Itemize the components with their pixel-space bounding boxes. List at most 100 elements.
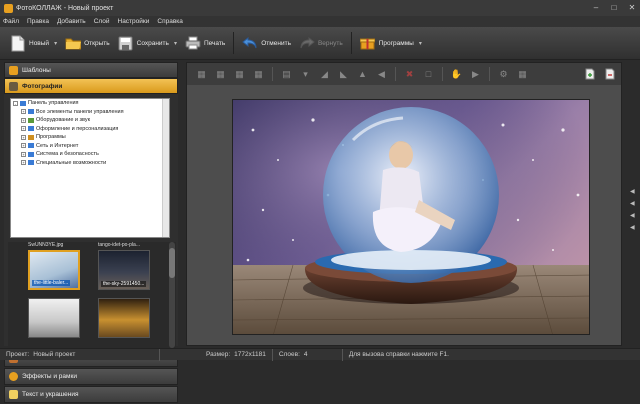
print-button[interactable]: Печать (181, 30, 229, 56)
expand-icon[interactable]: + (21, 117, 26, 123)
thumbnail-image[interactable]: the-little-baler... (28, 250, 80, 290)
save-button[interactable]: Сохранить ▾ (114, 30, 181, 56)
menu-settings[interactable]: Настройки (118, 18, 150, 25)
menu-edit[interactable]: Правка (27, 18, 49, 25)
effects-icon (9, 372, 18, 381)
close-icon[interactable]: ✕ (626, 2, 638, 12)
expand-icon[interactable]: + (21, 160, 26, 166)
thumbnail-image[interactable]: the-sky-2591450... (98, 250, 150, 290)
photo-icon (9, 81, 18, 91)
thumbnail-image[interactable] (28, 298, 80, 338)
play-icon[interactable]: ▶ (467, 66, 484, 82)
chevron-down-icon[interactable]: ▾ (297, 66, 314, 82)
menu-help[interactable]: Справка (157, 18, 183, 25)
scroll-mid2-icon[interactable]: ◀ (630, 212, 635, 219)
minimize-icon[interactable]: – (590, 2, 602, 12)
text-icon (9, 390, 18, 399)
text-section-header[interactable]: Текст и украшения (4, 386, 178, 403)
expand-icon[interactable]: + (21, 143, 26, 149)
gift-box-icon (360, 34, 376, 52)
flip-horizontal-icon[interactable]: ▲ (354, 66, 371, 82)
chevron-down-icon[interactable]: ▾ (174, 40, 177, 47)
programs-label: Программы (378, 39, 414, 47)
thumbnail-item[interactable]: tango-idet-po-pla... the-sky-2591450... (98, 242, 150, 290)
status-layers-label: Слоев: (278, 351, 300, 358)
chevron-down-icon[interactable]: ▾ (54, 40, 57, 47)
add-page-icon[interactable] (583, 66, 597, 82)
thumbnail-grid: SwUNN3YE.jpg the-little-baler... tango-i… (8, 242, 176, 348)
layer-bottom-icon[interactable]: ▦ (250, 66, 267, 82)
expand-icon[interactable]: + (21, 151, 26, 157)
scrollbar-thumb[interactable] (169, 248, 175, 278)
folder-icon (28, 117, 34, 123)
tree-item[interactable]: + Специальные возможности (11, 159, 169, 168)
programs-button[interactable]: Программы ▾ (356, 30, 426, 56)
rotate-right-icon[interactable]: ◣ (335, 66, 352, 82)
align-icon[interactable]: ▤ (278, 66, 295, 82)
grid-icon[interactable]: ▦ (514, 66, 531, 82)
status-project: Проект: Новый проект (0, 348, 160, 361)
status-size-value: 1772x1181 (234, 351, 266, 358)
thumbnail-caption: SwUNN3YE.jpg (28, 242, 64, 248)
undo-button[interactable]: Отменить (238, 30, 295, 56)
thumbnail-item[interactable] (98, 298, 150, 346)
delete-icon[interactable]: ✖ (401, 66, 418, 82)
tree-item[interactable]: + Сеть и Интернет (11, 142, 169, 151)
tree-item[interactable]: + Система и безопасность (11, 150, 169, 159)
collapse-icon[interactable]: - (13, 100, 18, 106)
expand-icon[interactable]: + (21, 126, 26, 132)
layer-down-icon[interactable]: ▦ (212, 66, 229, 82)
new-file-icon (10, 34, 26, 52)
effects-section-header[interactable]: Эффекты и рамки (4, 368, 178, 385)
expand-icon[interactable]: + (21, 109, 26, 115)
layer-up-icon[interactable]: ▦ (193, 66, 210, 82)
chevron-down-icon[interactable]: ▾ (419, 40, 422, 47)
new-button[interactable]: Новый ▾ (6, 30, 61, 56)
tree-item-label: Специальные возможности (36, 159, 107, 166)
thumbnail-overlay: the-sky-2591450... (101, 281, 147, 287)
thumbnail-item[interactable] (28, 298, 80, 346)
scroll-mid-icon[interactable]: ◀ (630, 200, 635, 207)
gear-icon[interactable]: ⚙ (495, 66, 512, 82)
thumbnail-caption: tango-idet-po-pla... (98, 242, 140, 248)
redo-button[interactable]: Вернуть (295, 30, 347, 56)
tree-item[interactable]: + Все элементы панели управления (11, 108, 169, 117)
rotate-left-icon[interactable]: ◢ (316, 66, 333, 82)
tree-item[interactable]: + Оформление и персонализация (11, 125, 169, 134)
open-button[interactable]: Открыть (61, 30, 114, 56)
collage-canvas[interactable] (232, 99, 590, 335)
flip-vertical-icon[interactable]: ◀ (373, 66, 390, 82)
photos-section-header[interactable]: Фотографии (4, 78, 178, 94)
tree-item-label: Система и безопасность (36, 151, 99, 158)
thumbnail-overlay: the-little-baler... (32, 280, 71, 286)
menu-add[interactable]: Добавить (57, 18, 86, 25)
menu-file[interactable]: Файл (3, 18, 19, 25)
folder-icon (65, 34, 82, 52)
tree-scrollbar[interactable] (162, 99, 169, 237)
crop-icon[interactable]: □ (420, 66, 437, 82)
layer-top-icon[interactable]: ▦ (231, 66, 248, 82)
scroll-down-icon[interactable]: ◀ (630, 224, 635, 231)
tree-item-label: Все элементы панели управления (36, 108, 124, 115)
canvas-toolbar: ▦ ▦ ▦ ▦ ▤ ▾ ◢ ◣ ▲ ◀ ✖ □ ✋ ▶ ⚙ ▦ (187, 63, 621, 85)
status-project-label: Проект: (6, 351, 30, 358)
thumbnail-scrollbar[interactable] (169, 242, 175, 348)
scroll-up-icon[interactable]: ◀ (630, 188, 635, 195)
folder-icon (28, 134, 34, 140)
thumbnail-item[interactable]: SwUNN3YE.jpg the-little-baler... (28, 242, 80, 290)
text-label: Текст и украшения (22, 391, 79, 398)
tree-item[interactable]: + Оборудование и звук (11, 116, 169, 125)
expand-icon[interactable]: + (21, 134, 26, 140)
menu-layer[interactable]: Слой (94, 18, 110, 25)
tree-item[interactable]: + Программы (11, 133, 169, 142)
folder-icon (28, 109, 34, 115)
hand-icon[interactable]: ✋ (448, 66, 465, 82)
templates-section-header[interactable]: Шаблоны (4, 62, 178, 78)
maximize-icon[interactable]: □ (608, 2, 620, 12)
thumbnail-image[interactable] (98, 298, 150, 338)
toolbar-separator (350, 32, 352, 54)
tree-item-label: Сеть и Интернет (36, 142, 79, 149)
folder-tree[interactable]: - Панель управления + Все элементы панел… (10, 98, 170, 238)
tree-item[interactable]: - Панель управления (11, 99, 169, 108)
remove-page-icon[interactable] (603, 66, 617, 82)
